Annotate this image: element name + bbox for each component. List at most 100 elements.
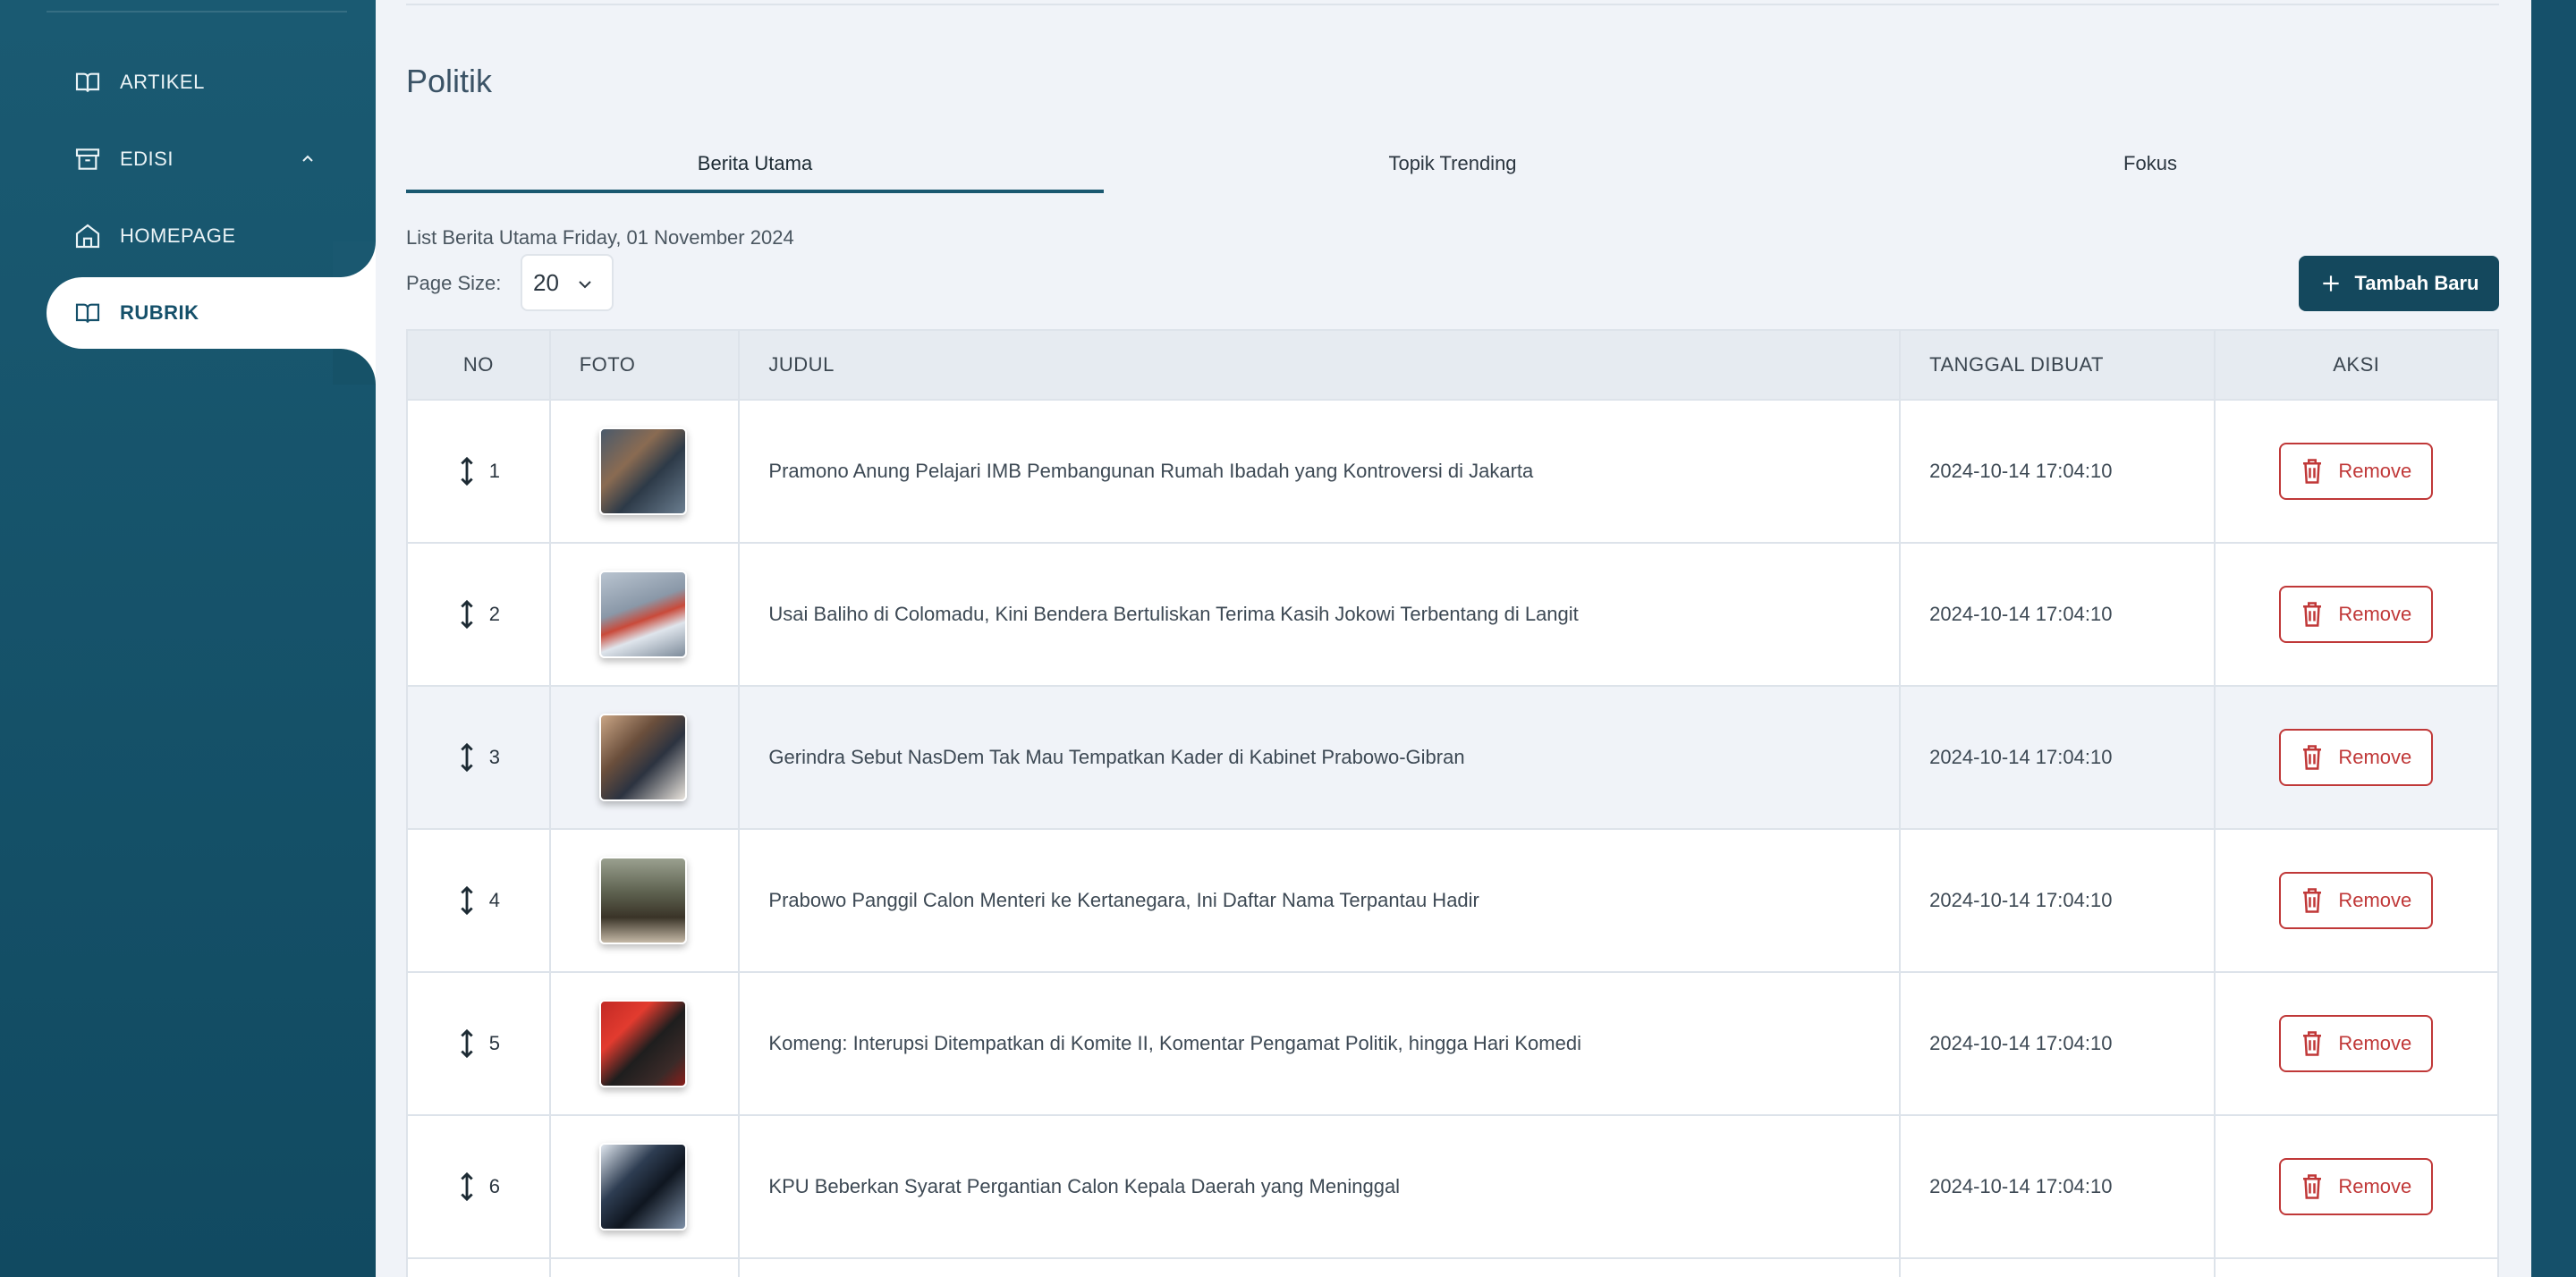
row-title: Usai Baliho di Colomadu, Kini Bendera Be… — [740, 544, 1902, 685]
trash-icon — [2303, 602, 2322, 627]
active-curve-top — [333, 241, 376, 277]
archive-icon — [73, 145, 102, 173]
sidebar-item-edisi[interactable]: EDISI — [47, 123, 376, 195]
row-title — [740, 1259, 1902, 1277]
row-photo-cell — [551, 1259, 741, 1277]
row-number: 4 — [488, 889, 500, 911]
remove-button[interactable]: Remove — [2279, 1158, 2434, 1215]
page-size-value: 20 — [533, 268, 559, 296]
header-aksi: AKSI — [2333, 353, 2380, 376]
row-photo-cell — [551, 830, 741, 971]
home-icon — [73, 222, 102, 250]
drag-handle-icon[interactable] — [457, 1171, 477, 1202]
sidebar: ARTIKEL EDISI HOMEPAGE RUBRIK — [0, 0, 376, 1277]
row-date: 2024-10-14 17:04:10 — [1901, 973, 2216, 1114]
chevron-up-icon[interactable] — [297, 148, 318, 170]
drag-handle-icon[interactable] — [457, 599, 477, 630]
row-date: 2024-10-14 17:04:10 — [1901, 401, 2216, 542]
article-thumbnail — [598, 571, 687, 658]
list-caption: List Berita Utama Friday, 01 November 20… — [406, 226, 794, 249]
sidebar-item-artikel[interactable]: ARTIKEL — [47, 47, 376, 118]
sidebar-item-homepage[interactable]: HOMEPAGE — [47, 200, 376, 272]
sidebar-item-label: ARTIKEL — [120, 71, 205, 93]
row-number: 6 — [488, 1175, 500, 1197]
table-row: 6 KPU Beberkan Syarat Pergantian Calon K… — [406, 1116, 2499, 1259]
row-action-cell: Remove — [2216, 401, 2497, 542]
row-photo-cell — [551, 1116, 741, 1257]
row-date: 2024-10-14 17:04:10 — [1901, 687, 2216, 828]
drag-handle-icon[interactable] — [457, 456, 477, 486]
chevron-down-icon — [579, 281, 591, 289]
trash-icon — [2303, 745, 2322, 770]
table-row: 5 Komeng: Interupsi Ditempatkan di Komit… — [406, 973, 2499, 1116]
remove-button[interactable]: Remove — [2279, 1015, 2434, 1072]
sidebar-item-rubrik[interactable]: RUBRIK — [47, 277, 376, 349]
trash-icon — [2303, 1031, 2322, 1056]
remove-button[interactable]: Remove — [2279, 443, 2434, 500]
sidebar-item-label: HOMEPAGE — [120, 224, 236, 247]
row-title: Pramono Anung Pelajari IMB Pembangunan R… — [740, 401, 1902, 542]
tab-fokus[interactable]: Fokus — [1801, 143, 2499, 193]
book-open-icon — [73, 299, 102, 327]
row-date: 2024-10-14 17:04:10 — [1901, 544, 2216, 685]
row-photo-cell — [551, 401, 741, 542]
right-edge-bar — [2531, 0, 2576, 1277]
row-number: 1 — [488, 460, 500, 482]
add-new-label: Tambah Baru — [2354, 272, 2479, 294]
drag-handle-icon[interactable] — [457, 742, 477, 773]
row-photo-cell — [551, 687, 741, 828]
article-thumbnail — [598, 1143, 687, 1230]
header-judul: JUDUL — [740, 331, 1902, 399]
active-curve-bottom — [333, 349, 376, 385]
trash-icon — [2303, 1174, 2322, 1199]
row-number-cell: 1 — [408, 401, 551, 542]
row-title: Komeng: Interupsi Ditempatkan di Komite … — [740, 973, 1902, 1114]
table-header: NO FOTO JUDUL TANGGAL DIBUAT AKSI — [406, 329, 2499, 401]
row-number-cell: 5 — [408, 973, 551, 1114]
add-new-button[interactable]: Tambah Baru — [2299, 256, 2499, 311]
table-row: 4 Prabowo Panggil Calon Menteri ke Kerta… — [406, 830, 2499, 973]
remove-label: Remove — [2338, 1032, 2412, 1054]
row-action-cell: Remove — [2216, 973, 2497, 1114]
sidebar-divider — [47, 11, 347, 13]
row-number-cell: 2 — [408, 544, 551, 685]
row-date: 2024-10-14 17:04:10 — [1901, 830, 2216, 971]
row-action-cell: Remove — [2216, 687, 2497, 828]
remove-label: Remove — [2338, 889, 2412, 911]
remove-button[interactable]: Remove — [2279, 586, 2434, 643]
article-thumbnail — [598, 857, 687, 944]
table-row: 1 Pramono Anung Pelajari IMB Pembangunan… — [406, 401, 2499, 544]
row-photo-cell — [551, 973, 741, 1114]
row-title: Prabowo Panggil Calon Menteri ke Kertane… — [740, 830, 1902, 971]
remove-button[interactable]: Remove — [2279, 872, 2434, 929]
remove-label: Remove — [2338, 1175, 2412, 1197]
remove-label: Remove — [2338, 603, 2412, 625]
row-title: Gerindra Sebut NasDem Tak Mau Tempatkan … — [740, 687, 1902, 828]
trash-icon — [2303, 459, 2322, 484]
book-open-icon — [73, 68, 102, 97]
row-action-cell: Remove — [2216, 1116, 2497, 1257]
plus-icon — [2322, 275, 2339, 292]
row-date — [1901, 1259, 2216, 1277]
header-no: NO — [408, 331, 551, 399]
row-action-cell: Remove — [2216, 544, 2497, 685]
row-photo-cell — [551, 544, 741, 685]
remove-label: Remove — [2338, 460, 2412, 482]
row-number: 5 — [488, 1032, 500, 1054]
row-number-cell: 6 — [408, 1116, 551, 1257]
tab-berita-utama[interactable]: Berita Utama — [406, 143, 1104, 193]
page-size-select[interactable]: 20 — [521, 254, 614, 311]
main-content: Politik Berita Utama Topik Trending Foku… — [376, 0, 2531, 1277]
table-row: 2 Usai Baliho di Colomadu, Kini Bendera … — [406, 544, 2499, 687]
row-number-cell: 3 — [408, 687, 551, 828]
drag-handle-icon[interactable] — [457, 1028, 477, 1059]
row-number-cell: 4 — [408, 830, 551, 971]
drag-handle-icon[interactable] — [457, 885, 477, 916]
header-divider — [406, 4, 2499, 5]
row-date: 2024-10-14 17:04:10 — [1901, 1116, 2216, 1257]
tab-topik-trending[interactable]: Topik Trending — [1104, 143, 1801, 193]
remove-button[interactable]: Remove — [2279, 729, 2434, 786]
article-thumbnail — [598, 714, 687, 801]
sidebar-item-label: EDISI — [120, 148, 174, 170]
row-title: KPU Beberkan Syarat Pergantian Calon Kep… — [740, 1116, 1902, 1257]
